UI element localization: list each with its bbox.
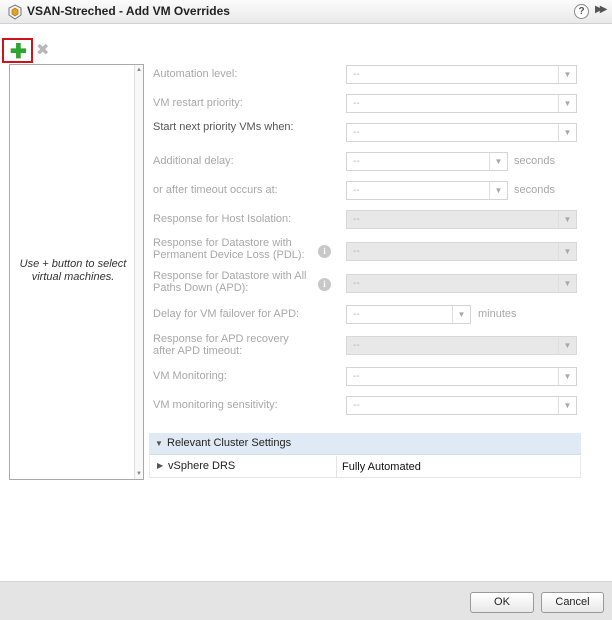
host-isolation-label: Response for Host Isolation: (153, 213, 292, 225)
additional-delay-label: Additional delay: (153, 155, 234, 167)
add-vm-button[interactable]: ✚ (2, 38, 33, 63)
info-icon[interactable]: i (318, 245, 331, 258)
chevron-down-icon: ▼ (558, 243, 576, 260)
automation-level-label: Automation level: (153, 68, 238, 80)
host-isolation-select: -- ▼ (346, 210, 577, 229)
apd-delay-unit: minutes (478, 308, 517, 320)
info-icon[interactable]: i (318, 278, 331, 291)
vm-list[interactable]: Use + button to select virtual machines.… (9, 64, 144, 480)
apd-delay-select: -- ▼ (346, 305, 471, 324)
scroll-down-icon[interactable]: ▼ (136, 471, 142, 477)
chevron-down-icon: ▼ (558, 397, 576, 414)
cancel-button[interactable]: Cancel (541, 592, 604, 613)
collapse-icon: ▼ (155, 439, 163, 448)
apd-delay-label: Delay for VM failover for APD: (153, 308, 300, 320)
remove-vm-button[interactable]: ✖ (36, 40, 49, 60)
additional-delay-select: -- ▼ (346, 152, 508, 171)
chevron-down-icon: ▼ (558, 337, 576, 354)
relevant-cluster-settings-title: Relevant Cluster Settings (167, 437, 292, 449)
ok-button[interactable]: OK (470, 592, 534, 613)
vm-restart-priority-select: -- ▼ (346, 94, 577, 113)
cluster-setting-name: vSphere DRS (168, 460, 236, 472)
relevant-cluster-settings-header[interactable]: ▼ Relevant Cluster Settings (149, 433, 581, 455)
after-timeout-unit: seconds (514, 184, 555, 196)
vm-monitoring-label: VM Monitoring: (153, 370, 227, 382)
chevron-down-icon: ▼ (558, 275, 576, 292)
expand-icon[interactable]: ▶▶ (595, 4, 608, 15)
chevron-down-icon: ▼ (452, 306, 470, 323)
chevron-down-icon: ▼ (558, 368, 576, 385)
chevron-down-icon: ▼ (558, 124, 576, 141)
vm-restart-priority-label: VM restart priority: (153, 97, 243, 109)
column-divider (336, 456, 337, 477)
expand-row-icon: ▶ (157, 461, 164, 470)
automation-level-select: -- ▼ (346, 65, 577, 84)
vm-monitoring-sensitivity-label: VM monitoring sensitivity: (153, 399, 278, 411)
cluster-setting-row[interactable]: ▶ vSphere DRS Fully Automated (149, 456, 581, 478)
vm-list-scrollbar[interactable]: ▲ ▼ (134, 65, 143, 479)
start-next-label: Start next priority VMs when: (153, 121, 294, 133)
scroll-up-icon[interactable]: ▲ (136, 67, 142, 73)
chevron-down-icon: ▼ (558, 211, 576, 228)
apd-recovery-select: -- ▼ (346, 336, 577, 355)
plus-icon: ✚ (10, 41, 27, 63)
title-bar: VSAN-Streched - Add VM Overrides ? ▶▶ (0, 0, 612, 24)
window-title: VSAN-Streched - Add VM Overrides (27, 4, 230, 18)
start-next-select: -- ▼ (346, 123, 577, 142)
vm-monitoring-select: -- ▼ (346, 367, 577, 386)
pdl-select: -- ▼ (346, 242, 577, 261)
chevron-down-icon: ▼ (558, 66, 576, 83)
vm-monitoring-sensitivity-select: -- ▼ (346, 396, 577, 415)
vm-list-hint: Use + button to select virtual machines. (19, 258, 127, 283)
after-timeout-label: or after timeout occurs at: (153, 184, 278, 196)
dialog-footer: OK Cancel (0, 581, 612, 620)
apd-select: -- ▼ (346, 274, 577, 293)
chevron-down-icon: ▼ (489, 153, 507, 170)
help-icon[interactable]: ? (574, 4, 589, 19)
cluster-setting-value: Fully Automated (342, 461, 421, 473)
additional-delay-unit: seconds (514, 155, 555, 167)
apd-label: Response for Datastore with All Paths Do… (153, 270, 307, 294)
chevron-down-icon: ▼ (558, 95, 576, 112)
chevron-down-icon: ▼ (489, 182, 507, 199)
app-icon (8, 4, 22, 20)
apd-recovery-label: Response for APD recovery after APD time… (153, 333, 289, 357)
after-timeout-select: -- ▼ (346, 181, 508, 200)
pdl-label: Response for Datastore with Permanent De… (153, 237, 305, 261)
